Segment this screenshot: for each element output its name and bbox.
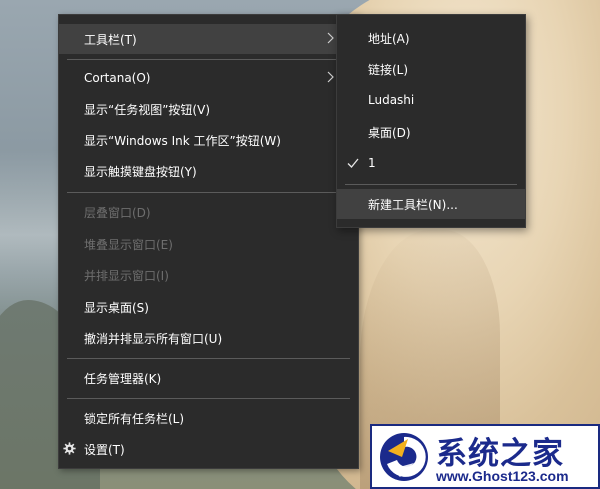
chevron-right-icon [327,71,334,83]
menu-item-side-by-side-windows: 并排显示窗口(I) [59,260,358,290]
menu-item-cortana[interactable]: Cortana(O) [59,63,358,93]
watermark-url: www.Ghost123.com [436,468,569,484]
menu-item-label: 工具栏(T) [84,32,137,47]
menu-item-show-touch-keyboard-button[interactable]: 显示触摸键盘按钮(Y) [59,156,358,186]
menu-separator [67,59,350,60]
submenu-item-label: 桌面(D) [368,125,411,140]
submenu-item-links[interactable]: 链接(L) [337,54,525,84]
gear-icon [63,442,76,455]
submenu-item-label: 地址(A) [368,31,410,46]
taskbar-context-menu: 工具栏(T) Cortana(O) 显示“任务视图”按钮(V) 显示“Windo… [58,14,359,469]
submenu-item-desktop[interactable]: 桌面(D) [337,117,525,147]
menu-item-stack-windows: 堆叠显示窗口(E) [59,229,358,259]
menu-item-show-desktop[interactable]: 显示桌面(S) [59,292,358,322]
menu-item-label: 显示“Windows Ink 工作区”按钮(W) [84,133,281,148]
submenu-item-label: 新建工具栏(N)... [368,197,458,212]
menu-item-toolbars[interactable]: 工具栏(T) [59,24,358,54]
menu-item-label: Cortana(O) [84,71,151,85]
submenu-item-address[interactable]: 地址(A) [337,23,525,53]
menu-item-show-task-view-button[interactable]: 显示“任务视图”按钮(V) [59,94,358,124]
chevron-right-icon [327,32,334,44]
watermark: 系统之家 www.Ghost123.com [370,424,600,489]
menu-item-label: 设置(T) [84,442,125,457]
menu-item-cascade-windows: 层叠窗口(D) [59,197,358,227]
menu-item-label: 任务管理器(K) [84,371,162,386]
menu-item-label: 堆叠显示窗口(E) [84,237,173,252]
submenu-item-ludashi[interactable]: Ludashi [337,85,525,115]
watermark-brand: 系统之家 [436,436,564,472]
checkmark-icon [347,158,359,168]
watermark-logo-icon [380,433,428,481]
menu-separator [67,398,350,399]
menu-item-label: 显示触摸键盘按钮(Y) [84,164,197,179]
menu-item-label: 撤消并排显示所有窗口(U) [84,331,223,346]
menu-separator [67,358,350,359]
menu-item-label: 显示桌面(S) [84,300,149,315]
menu-item-lock-all-taskbars[interactable]: 锁定所有任务栏(L) [59,403,358,433]
menu-item-undo-show-side-by-side[interactable]: 撤消并排显示所有窗口(U) [59,323,358,353]
submenu-item-label: 1 [368,156,376,170]
submenu-item-label: Ludashi [368,93,415,107]
submenu-item-new-toolbar[interactable]: 新建工具栏(N)... [337,189,525,219]
menu-separator [67,192,350,193]
submenu-item-1[interactable]: 1 [337,148,525,178]
menu-item-task-manager[interactable]: 任务管理器(K) [59,363,358,393]
toolbars-submenu: 地址(A) 链接(L) Ludashi 桌面(D) 1 新建工具栏(N)... [336,14,526,228]
menu-item-label: 显示“任务视图”按钮(V) [84,102,211,117]
menu-item-label: 层叠窗口(D) [84,205,151,220]
menu-item-settings[interactable]: 设置(T) [59,434,358,464]
menu-item-label: 并排显示窗口(I) [84,268,169,283]
menu-item-show-windows-ink-button[interactable]: 显示“Windows Ink 工作区”按钮(W) [59,125,358,155]
submenu-item-label: 链接(L) [368,62,409,77]
submenu-separator [345,184,517,185]
menu-item-label: 锁定所有任务栏(L) [84,411,185,426]
